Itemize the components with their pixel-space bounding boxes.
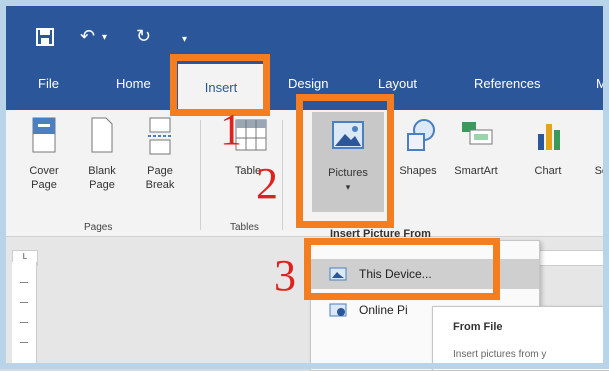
screenshot-label: Sc bbox=[594, 165, 608, 177]
blank-page-icon bbox=[88, 116, 116, 156]
shapes-icon bbox=[404, 116, 435, 156]
customize-qat-icon[interactable]: ▾ bbox=[182, 30, 187, 50]
vertical-ruler bbox=[12, 262, 37, 369]
online-pictures-label: Online Pi bbox=[359, 303, 408, 317]
group-separator bbox=[200, 120, 201, 230]
from-file-tooltip: From File Insert pictures from y bbox=[432, 306, 609, 371]
smartart-button[interactable]: SmartArt bbox=[448, 116, 504, 178]
ruler-tick bbox=[20, 342, 28, 343]
screenshot-button[interactable]: Sc bbox=[586, 116, 609, 178]
chart-label: Chart bbox=[534, 165, 562, 177]
page-break-label: Page Break bbox=[145, 165, 175, 191]
tab-file[interactable]: File bbox=[38, 76, 59, 91]
cover-page-label: Cover Page bbox=[29, 165, 59, 191]
smartart-icon bbox=[458, 116, 494, 156]
chart-icon bbox=[534, 116, 562, 156]
ruler-tick bbox=[20, 302, 28, 303]
ruler-tick bbox=[20, 282, 28, 283]
tooltip-title: From File bbox=[453, 321, 503, 333]
cover-page-button[interactable]: Cover Page bbox=[20, 116, 68, 192]
smartart-label: SmartArt bbox=[454, 165, 498, 177]
step3-highlight-box bbox=[304, 238, 500, 300]
redo-icon[interactable]: ↻ bbox=[136, 26, 151, 46]
horizontal-ruler bbox=[538, 250, 609, 266]
ruler-tick bbox=[20, 322, 28, 323]
online-pictures-icon bbox=[329, 302, 347, 318]
undo-dropdown-icon[interactable]: ▾ bbox=[102, 28, 107, 48]
tab-home[interactable]: Home bbox=[116, 76, 151, 91]
cover-page-icon bbox=[30, 116, 58, 156]
page-break-icon bbox=[146, 116, 174, 156]
tooltip-body: Insert pictures from y bbox=[453, 349, 547, 360]
shapes-label: Shapes bbox=[399, 165, 437, 177]
tab-design[interactable]: Design bbox=[288, 76, 328, 91]
step1-number: 1 bbox=[220, 105, 242, 154]
step2-number: 2 bbox=[256, 159, 278, 208]
screenshot-icon bbox=[587, 116, 609, 156]
pages-group-label: Pages bbox=[84, 222, 113, 233]
save-icon[interactable] bbox=[36, 28, 54, 50]
tab-layout[interactable]: Layout bbox=[378, 76, 417, 91]
shapes-button[interactable]: Shapes bbox=[396, 116, 440, 178]
tab-references[interactable]: References bbox=[474, 76, 540, 91]
chart-button[interactable]: Chart bbox=[528, 116, 568, 178]
tab-more[interactable]: M bbox=[596, 76, 607, 91]
blank-page-button[interactable]: Blank Page bbox=[80, 116, 124, 192]
step2-highlight-box bbox=[296, 94, 394, 228]
blank-page-label: Blank Page bbox=[88, 165, 116, 191]
step3-number: 3 bbox=[274, 251, 296, 300]
undo-icon[interactable]: ↶ bbox=[80, 26, 95, 46]
group-separator bbox=[282, 120, 283, 230]
tables-group-label: Tables bbox=[230, 222, 259, 233]
page-break-button[interactable]: Page Break bbox=[138, 116, 182, 192]
